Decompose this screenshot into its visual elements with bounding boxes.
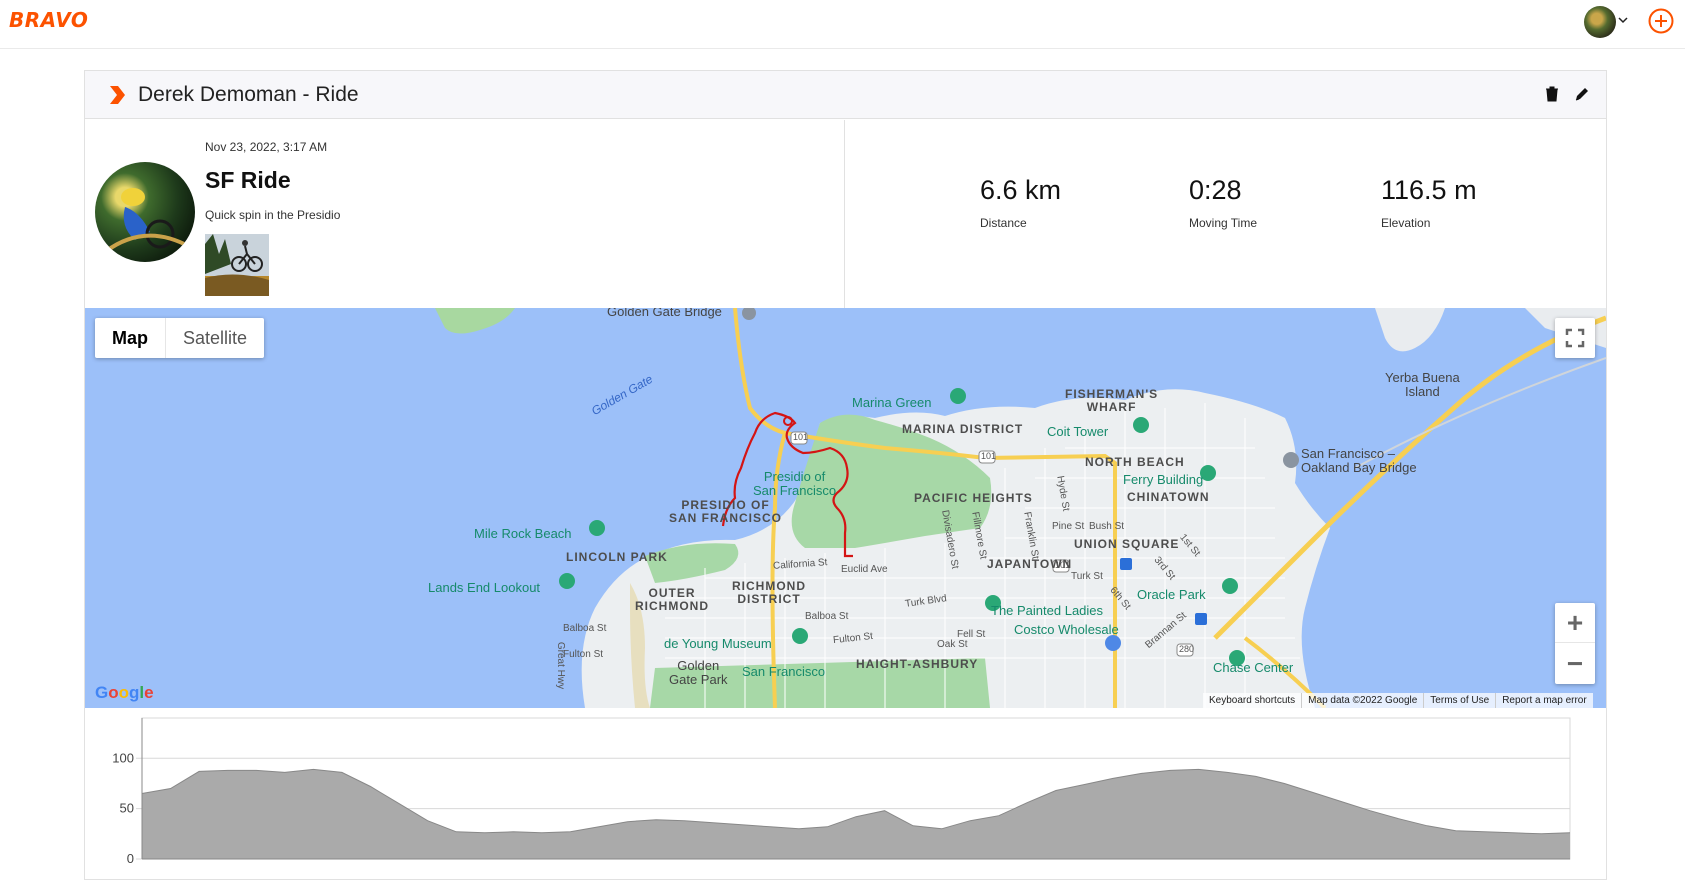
map-data-text: Map data ©2022 Google: [1301, 693, 1423, 708]
map-label: Golden Gate Park: [669, 658, 728, 687]
activity-date: Nov 23, 2022, 3:17 AM: [205, 140, 328, 154]
map-type-map-button[interactable]: Map: [95, 318, 166, 358]
map-label: Turk St: [1071, 571, 1103, 582]
fullscreen-icon: [1565, 328, 1585, 348]
map-canvas[interactable]: [85, 308, 1606, 708]
activity-photo[interactable]: [205, 234, 269, 296]
map-type-satellite-button[interactable]: Satellite: [166, 318, 264, 358]
y-tick-label: 0: [127, 851, 134, 866]
activity-stats: 6.6 km Distance 0:28 Moving Time 116.5 m…: [846, 120, 1606, 308]
map-label: Balboa St: [805, 611, 849, 622]
user-avatar-icon[interactable]: [1584, 6, 1616, 38]
elevation-area: [142, 769, 1570, 859]
stat-moving-time: 0:28 Moving Time: [1189, 175, 1257, 230]
trash-icon[interactable]: [1545, 86, 1559, 102]
map-label: Bush St: [1089, 521, 1125, 532]
map-label: San Francisco – Oakland Bay Bridge: [1301, 446, 1417, 475]
highway-shield: 280: [1179, 644, 1195, 654]
google-logo[interactable]: Google: [95, 683, 154, 703]
card-header: Derek Demoman - Ride: [85, 71, 1606, 119]
map-label: Oak St: [937, 639, 968, 650]
map-label: HAIGHT-ASHBURY: [856, 657, 979, 671]
top-navbar: BRAVO: [0, 0, 1685, 49]
terms-link[interactable]: Terms of Use: [1423, 693, 1495, 708]
ride-chevron-icon: [110, 86, 125, 104]
map-label: PRESIDIO OF SAN FRANCISCO: [669, 498, 783, 525]
map-label: Ferry Building: [1123, 472, 1204, 487]
zoom-control: + −: [1555, 603, 1595, 684]
map-type-toggle: Map Satellite: [95, 318, 265, 358]
map-label: Presidio of San Francisco: [753, 469, 837, 498]
stat-distance: 6.6 km Distance: [980, 175, 1061, 230]
activity-info: Nov 23, 2022, 3:17 AM SF Ride Quick spin…: [85, 120, 845, 308]
elevation-chart-svg: 0 50 100: [112, 717, 1571, 866]
map-label: San Francisco: [742, 664, 826, 679]
map-label: Pine St: [1052, 521, 1085, 532]
map-label: Fell St: [957, 629, 986, 640]
map-label: MARINA DISTRICT: [902, 422, 1024, 436]
highway-shield: 101: [1055, 560, 1071, 570]
stat-label: Distance: [980, 216, 1027, 230]
stat-value: 6.6 km: [980, 175, 1062, 205]
map-label: Costco Wholesale: [1014, 622, 1119, 637]
activity-card: Derek Demoman - Ride Nov 23, 2022, 3:17 …: [84, 70, 1607, 880]
map-label: Mile Rock Beach: [474, 526, 572, 541]
map-label: PACIFIC HEIGHTS: [914, 491, 1033, 505]
map-label: de Young Museum: [664, 636, 772, 651]
map-label: Great Hwy: [555, 641, 567, 690]
map-label: Yerba Buena Island: [1385, 370, 1460, 399]
highway-shield: 101: [793, 432, 809, 442]
stat-elevation: 116.5 m Elevation: [1381, 175, 1477, 230]
activity-title: Derek Demoman - Ride: [138, 83, 359, 106]
map-label: OUTER RICHMOND: [635, 586, 709, 613]
zoom-in-button[interactable]: +: [1555, 603, 1595, 643]
map-label: RICHMOND DISTRICT: [732, 579, 806, 606]
map-label: Fulton St: [563, 649, 604, 660]
map-label: Oracle Park: [1137, 587, 1206, 602]
pencil-icon[interactable]: [1574, 86, 1590, 102]
map-label: Coit Tower: [1047, 424, 1109, 439]
elevation-chart: 0 50 100: [85, 708, 1606, 880]
map-label: CHINATOWN: [1127, 490, 1210, 504]
keyboard-shortcuts-link[interactable]: Keyboard shortcuts: [1203, 693, 1301, 708]
map-label: Euclid Ave: [841, 564, 888, 575]
map-label: FISHERMAN'S WHARF: [1065, 387, 1159, 414]
map-label: LINCOLN PARK: [566, 550, 668, 564]
map-label: The Painted Ladies: [991, 603, 1104, 618]
map-label: NORTH BEACH: [1085, 455, 1185, 469]
map-attribution: Keyboard shortcuts Map data ©2022 Google…: [1203, 693, 1593, 708]
stat-value: 116.5 m: [1381, 175, 1477, 205]
map-label: Lands End Lookout: [428, 580, 541, 595]
report-error-link[interactable]: Report a map error: [1495, 693, 1592, 708]
map-label: Golden Gate Bridge: [607, 308, 722, 319]
chevron-down-icon[interactable]: [1617, 14, 1629, 26]
y-tick-label: 100: [112, 750, 134, 765]
fullscreen-button[interactable]: [1555, 318, 1595, 358]
athlete-avatar[interactable]: [95, 162, 195, 262]
stat-value: 0:28: [1189, 175, 1242, 205]
plus-circle-icon[interactable]: [1648, 8, 1674, 34]
y-tick-label: 50: [120, 801, 134, 816]
zoom-out-button[interactable]: −: [1555, 644, 1595, 684]
stat-label: Elevation: [1381, 216, 1431, 230]
activity-description: Quick spin in the Presidio: [205, 208, 341, 222]
map-label: Balboa St: [563, 623, 607, 634]
map-label: UNION SQUARE: [1074, 537, 1180, 551]
app-logo[interactable]: BRAVO: [9, 8, 88, 32]
route-map[interactable]: Golden Gate Bridge Golden Gate Marina Gr…: [85, 308, 1606, 708]
map-label: Chase Center: [1213, 660, 1294, 675]
activity-name[interactable]: SF Ride: [205, 167, 291, 194]
highway-shield: 101: [981, 451, 997, 461]
stat-label: Moving Time: [1189, 216, 1258, 230]
map-label: Marina Green: [852, 395, 932, 410]
